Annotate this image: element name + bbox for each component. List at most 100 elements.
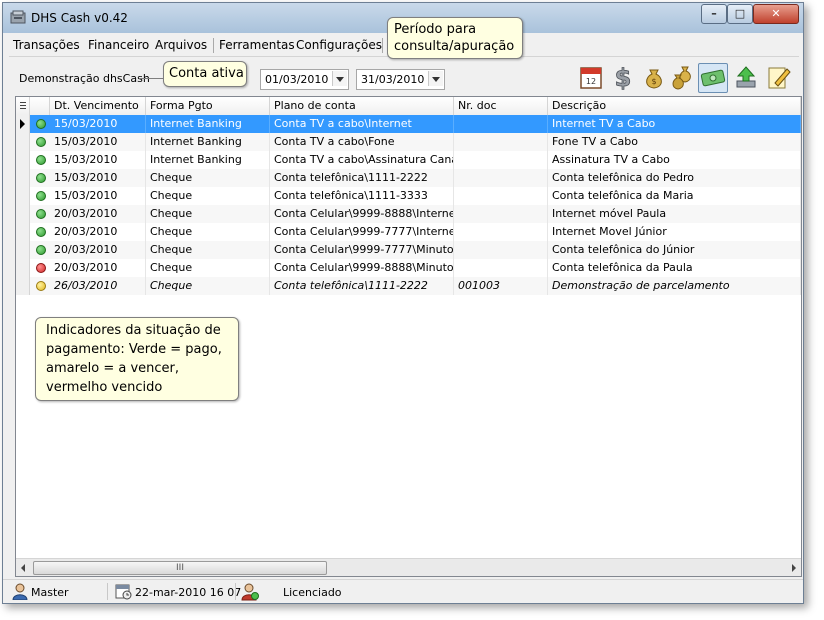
- active-account-label[interactable]: Demonstração dhsCash: [19, 72, 150, 85]
- date-end-picker[interactable]: 31/03/2010: [356, 69, 445, 90]
- table-row[interactable]: 20/03/2010 Cheque Conta Celular\9999-8888\…: [16, 205, 801, 223]
- header-account-plan[interactable]: Plano de conta: [270, 97, 454, 115]
- cell-description: Conta telefônica do Júnior: [548, 241, 801, 259]
- cell-description: Conta telefônica da Maria: [548, 187, 801, 205]
- table-row[interactable]: 26/03/2010 Cheque Conta telefônica\1111-22…: [16, 277, 801, 295]
- cell-payment-method: Cheque: [146, 187, 270, 205]
- cell-account-plan: Conta Celular\9999-7777\Internet: [270, 223, 454, 241]
- cell-doc-number: [454, 259, 548, 277]
- table-row[interactable]: 15/03/2010 Internet Banking Conta TV a cab…: [16, 151, 801, 169]
- table-row[interactable]: 15/03/2010 Internet Banking Conta TV a cab…: [16, 115, 801, 133]
- row-indicator[interactable]: [16, 115, 30, 133]
- cell-account-plan: Conta TV a cabo\Assinatura Canais: [270, 151, 454, 169]
- cell-doc-number: [454, 223, 548, 241]
- cell-payment-method: Cheque: [146, 223, 270, 241]
- app-icon: [10, 10, 26, 24]
- cell-account-plan: Conta Celular\9999-8888\Internet: [270, 205, 454, 223]
- cell-account-plan: Conta Celular\9999-8888\Minutos: [270, 259, 454, 277]
- status-green-icon: [36, 137, 46, 147]
- money-bag-icon[interactable]: $: [640, 63, 668, 91]
- callout-pointer: [139, 78, 165, 79]
- cell-payment-method: Internet Banking: [146, 133, 270, 151]
- cell-description: Internet TV a Cabo: [548, 115, 801, 133]
- header-doc-number[interactable]: Nr. doc: [454, 97, 548, 115]
- cell-description: Conta telefônica da Paula: [548, 259, 801, 277]
- status-bar: Master 22-mar-2010 16 07 Licenciado: [3, 579, 803, 603]
- row-indicator[interactable]: [16, 151, 30, 169]
- header-status: [30, 97, 50, 115]
- status-green-icon: [36, 191, 46, 201]
- scroll-left-icon[interactable]: [21, 564, 25, 572]
- cell-payment-method: Internet Banking: [146, 115, 270, 133]
- cell-account-plan: Conta telefônica\1111-2222: [270, 277, 454, 295]
- columns-chooser-icon[interactable]: [16, 97, 30, 115]
- menu-configuracoes[interactable]: Configurações: [296, 38, 382, 52]
- cell-due-date: 26/03/2010: [50, 277, 146, 295]
- header-due-date[interactable]: Dt. Vencimento: [50, 97, 146, 115]
- money-bags-icon[interactable]: [670, 63, 698, 91]
- dollar-icon[interactable]: $: [609, 63, 637, 91]
- calendar-icon[interactable]: 12: [577, 63, 605, 91]
- table-row[interactable]: 20/03/2010 Cheque Conta Celular\9999-7777\…: [16, 223, 801, 241]
- row-indicator[interactable]: [16, 169, 30, 187]
- cell-payment-method: Cheque: [146, 169, 270, 187]
- row-indicator[interactable]: [16, 205, 30, 223]
- minimize-button[interactable]: –: [701, 4, 727, 24]
- cell-description: Internet Movel Júnior: [548, 223, 801, 241]
- date-start-picker[interactable]: 01/03/2010: [260, 69, 349, 90]
- cell-doc-number: [454, 151, 548, 169]
- status-yellow-icon: [36, 281, 46, 291]
- header-payment-method[interactable]: Forma Pgto: [146, 97, 270, 115]
- cell-account-plan: Conta telefônica\1111-2222: [270, 169, 454, 187]
- horizontal-scrollbar[interactable]: III: [16, 558, 801, 576]
- chevron-down-icon[interactable]: [332, 71, 347, 86]
- cell-account-plan: Conta Celular\9999-7777\Minutos: [270, 241, 454, 259]
- cell-due-date: 15/03/2010: [50, 169, 146, 187]
- cell-account-plan: Conta telefônica\1111-3333: [270, 187, 454, 205]
- cell-due-date: 20/03/2010: [50, 205, 146, 223]
- table-row[interactable]: 20/03/2010 Cheque Conta Celular\9999-7777\…: [16, 241, 801, 259]
- row-indicator[interactable]: [16, 259, 30, 277]
- current-row-pointer-icon: [20, 119, 25, 129]
- header-description[interactable]: Descrição: [548, 97, 801, 115]
- chevron-down-icon[interactable]: [428, 71, 443, 86]
- table-row[interactable]: 15/03/2010 Internet Banking Conta TV a cab…: [16, 133, 801, 151]
- row-indicator[interactable]: [16, 133, 30, 151]
- scroll-thumb[interactable]: III: [33, 561, 327, 575]
- row-indicator[interactable]: [16, 241, 30, 259]
- close-button[interactable]: ✕: [753, 4, 799, 24]
- upload-arrow-icon[interactable]: [732, 63, 760, 91]
- cell-doc-number: 001003: [454, 277, 548, 295]
- row-indicator[interactable]: [16, 187, 30, 205]
- edit-note-icon[interactable]: [764, 63, 792, 91]
- callout-active-account: Conta ativa: [163, 61, 247, 87]
- cell-description: Fone TV a Cabo: [548, 133, 801, 151]
- maximize-button[interactable]: □: [727, 4, 753, 24]
- status-red-icon: [36, 263, 46, 273]
- menu-separator: [382, 38, 383, 53]
- user-icon: [12, 583, 28, 600]
- cell-due-date: 20/03/2010: [50, 241, 146, 259]
- banknote-icon[interactable]: [698, 63, 728, 93]
- status-green-icon: [36, 245, 46, 255]
- menu-transacoes[interactable]: Transações: [13, 38, 80, 52]
- table-row[interactable]: 15/03/2010 Cheque Conta telefônica\1111-22…: [16, 169, 801, 187]
- menu-financeiro[interactable]: Financeiro: [88, 38, 149, 52]
- menu-ferramentas[interactable]: Ferramentas: [219, 38, 295, 52]
- cell-due-date: 15/03/2010: [50, 151, 146, 169]
- date-end-value: 31/03/2010: [361, 73, 425, 86]
- table-row[interactable]: 20/03/2010 Cheque Conta Celular\9999-8888\…: [16, 259, 801, 277]
- table-row[interactable]: 15/03/2010 Cheque Conta telefônica\1111-33…: [16, 187, 801, 205]
- cell-due-date: 20/03/2010: [50, 259, 146, 277]
- cell-description: Assinatura TV a Cabo: [548, 151, 801, 169]
- cell-payment-method: Cheque: [146, 259, 270, 277]
- cell-description: Demonstração de parcelamento: [548, 277, 801, 295]
- scroll-right-icon[interactable]: [792, 564, 796, 572]
- row-indicator[interactable]: [16, 223, 30, 241]
- cell-payment-method: Cheque: [146, 241, 270, 259]
- menu-arquivos[interactable]: Arquivos: [155, 38, 207, 52]
- date-start-value: 01/03/2010: [265, 73, 329, 86]
- cell-payment-method: Cheque: [146, 205, 270, 223]
- row-indicator[interactable]: [16, 277, 30, 295]
- cell-due-date: 15/03/2010: [50, 133, 146, 151]
